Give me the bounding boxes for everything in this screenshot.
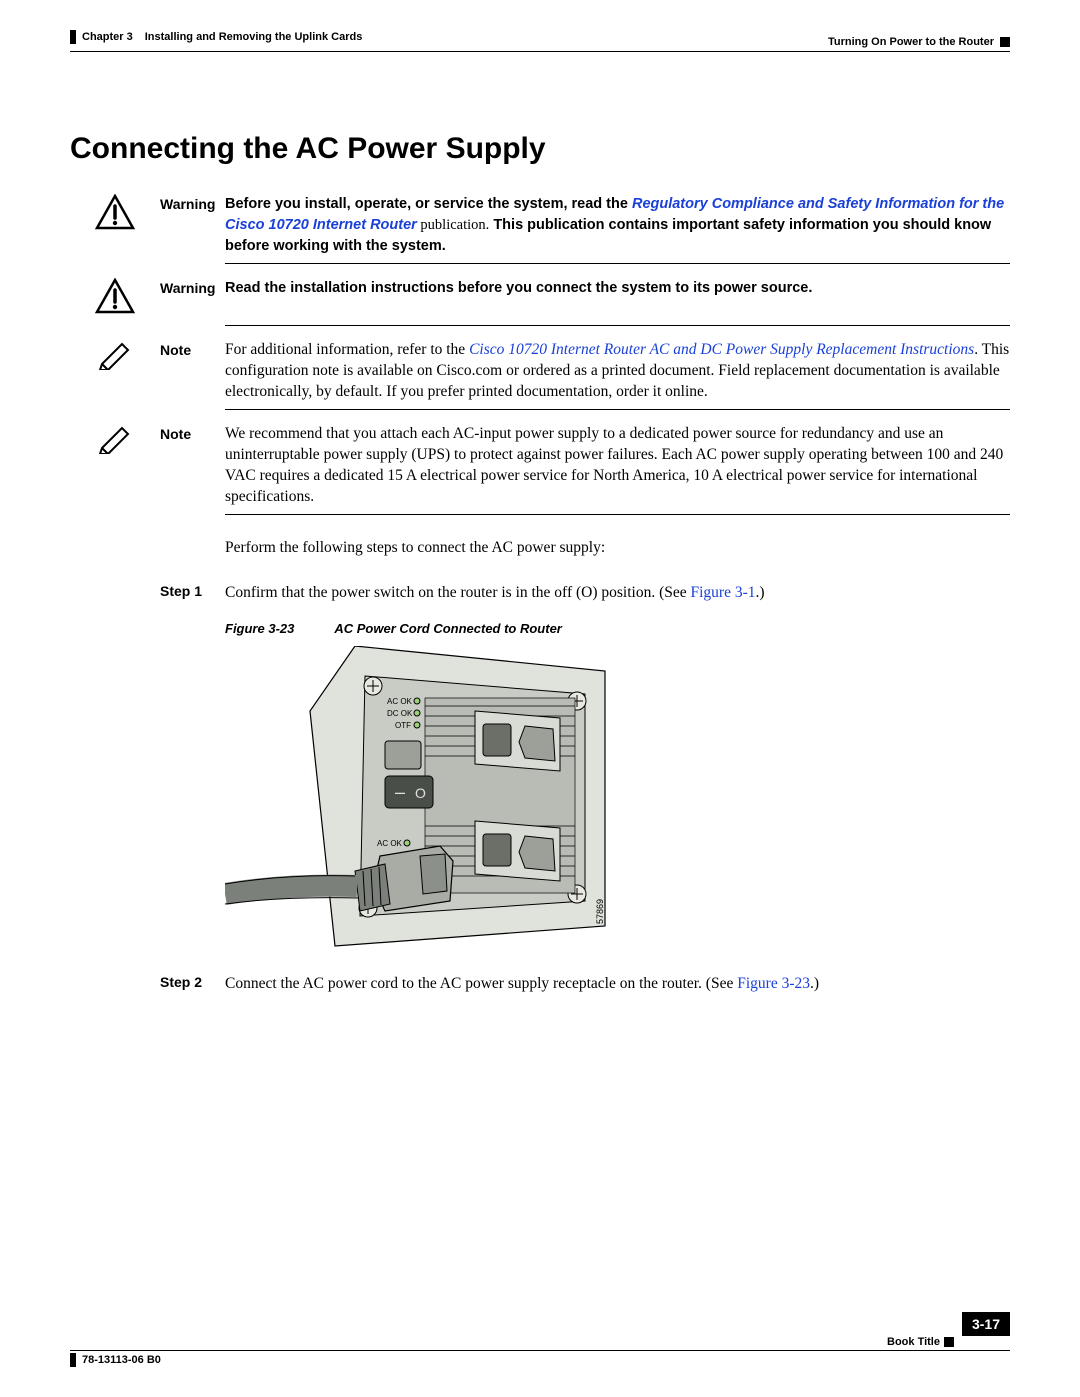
warning-1-text: Before you install, operate, or service … — [225, 194, 1010, 257]
note-block-1: Note For additional information, refer t… — [70, 340, 1010, 403]
page-title: Connecting the AC Power Supply — [70, 132, 1010, 166]
footer-bar-icon — [70, 1353, 76, 1367]
header-square-icon — [1000, 37, 1010, 47]
step-1-label: Step 1 — [160, 583, 202, 599]
step-2-text: Connect the AC power cord to the AC powe… — [225, 974, 1010, 995]
figure-3-23: AC OK DC OK OTF – — [225, 646, 1010, 956]
header-bar-icon — [70, 30, 76, 44]
warning-icon — [95, 278, 135, 314]
warning-block-1: Warning Before you install, operate, or … — [70, 194, 1010, 257]
step-2: Step 2 Connect the AC power cord to the … — [70, 974, 1010, 995]
label-dcok: DC OK — [387, 709, 413, 718]
link-replacement-instructions[interactable]: Cisco 10720 Internet Router AC and DC Po… — [469, 341, 974, 358]
step-2-label: Step 2 — [160, 974, 202, 990]
section-title: Turning On Power to the Router — [828, 36, 994, 48]
header-right: Turning On Power to the Router — [828, 36, 1010, 48]
label-otf: OTF — [395, 721, 411, 730]
note-pencil-icon — [98, 340, 132, 370]
intro-text: Perform the following steps to connect t… — [225, 539, 1010, 557]
warning-icon — [95, 194, 135, 230]
step-1-text: Confirm that the power switch on the rou… — [225, 583, 1010, 604]
label-acok: AC OK — [387, 697, 413, 706]
page-footer: Book Title 3-17 78-13113-06 B0 — [70, 1331, 1010, 1367]
link-figure-3-23[interactable]: Figure 3-23 — [737, 975, 810, 992]
step-1: Step 1 Confirm that the power switch on … — [70, 583, 1010, 604]
footer-square-icon — [944, 1337, 954, 1347]
note-label: Note — [160, 424, 225, 508]
footer-doc-id: 78-13113-06 B0 — [82, 1354, 161, 1366]
note-1-text: For additional information, refer to the… — [225, 340, 1010, 403]
warning-label: Warning — [160, 278, 225, 319]
note-pencil-icon — [98, 424, 132, 454]
figure-id: 57869 — [595, 899, 605, 924]
page-number: 3-17 — [962, 1312, 1010, 1336]
note-2-text: We recommend that you attach each AC-inp… — [225, 424, 1010, 508]
page-header: Chapter 3 Installing and Removing the Up… — [70, 30, 1010, 52]
warning-block-2: Warning Read the installation instructio… — [70, 278, 1010, 319]
note-block-2: Note We recommend that you attach each A… — [70, 424, 1010, 508]
header-left: Chapter 3 Installing and Removing the Up… — [70, 30, 362, 44]
figure-caption: Figure 3-23AC Power Cord Connected to Ro… — [225, 621, 1010, 636]
note-label: Note — [160, 340, 225, 403]
chapter-label: Chapter 3 — [82, 31, 133, 43]
switch-on: – — [395, 782, 405, 802]
switch-off: O — [415, 785, 426, 801]
footer-book-title: Book Title — [887, 1336, 940, 1348]
warning-label: Warning — [160, 194, 225, 257]
label-acok2: AC OK — [377, 839, 403, 848]
link-figure-3-1[interactable]: Figure 3-1 — [690, 584, 755, 601]
chapter-title: Installing and Removing the Uplink Cards — [145, 31, 363, 43]
warning-2-text: Read the installation instructions befor… — [225, 278, 1010, 319]
